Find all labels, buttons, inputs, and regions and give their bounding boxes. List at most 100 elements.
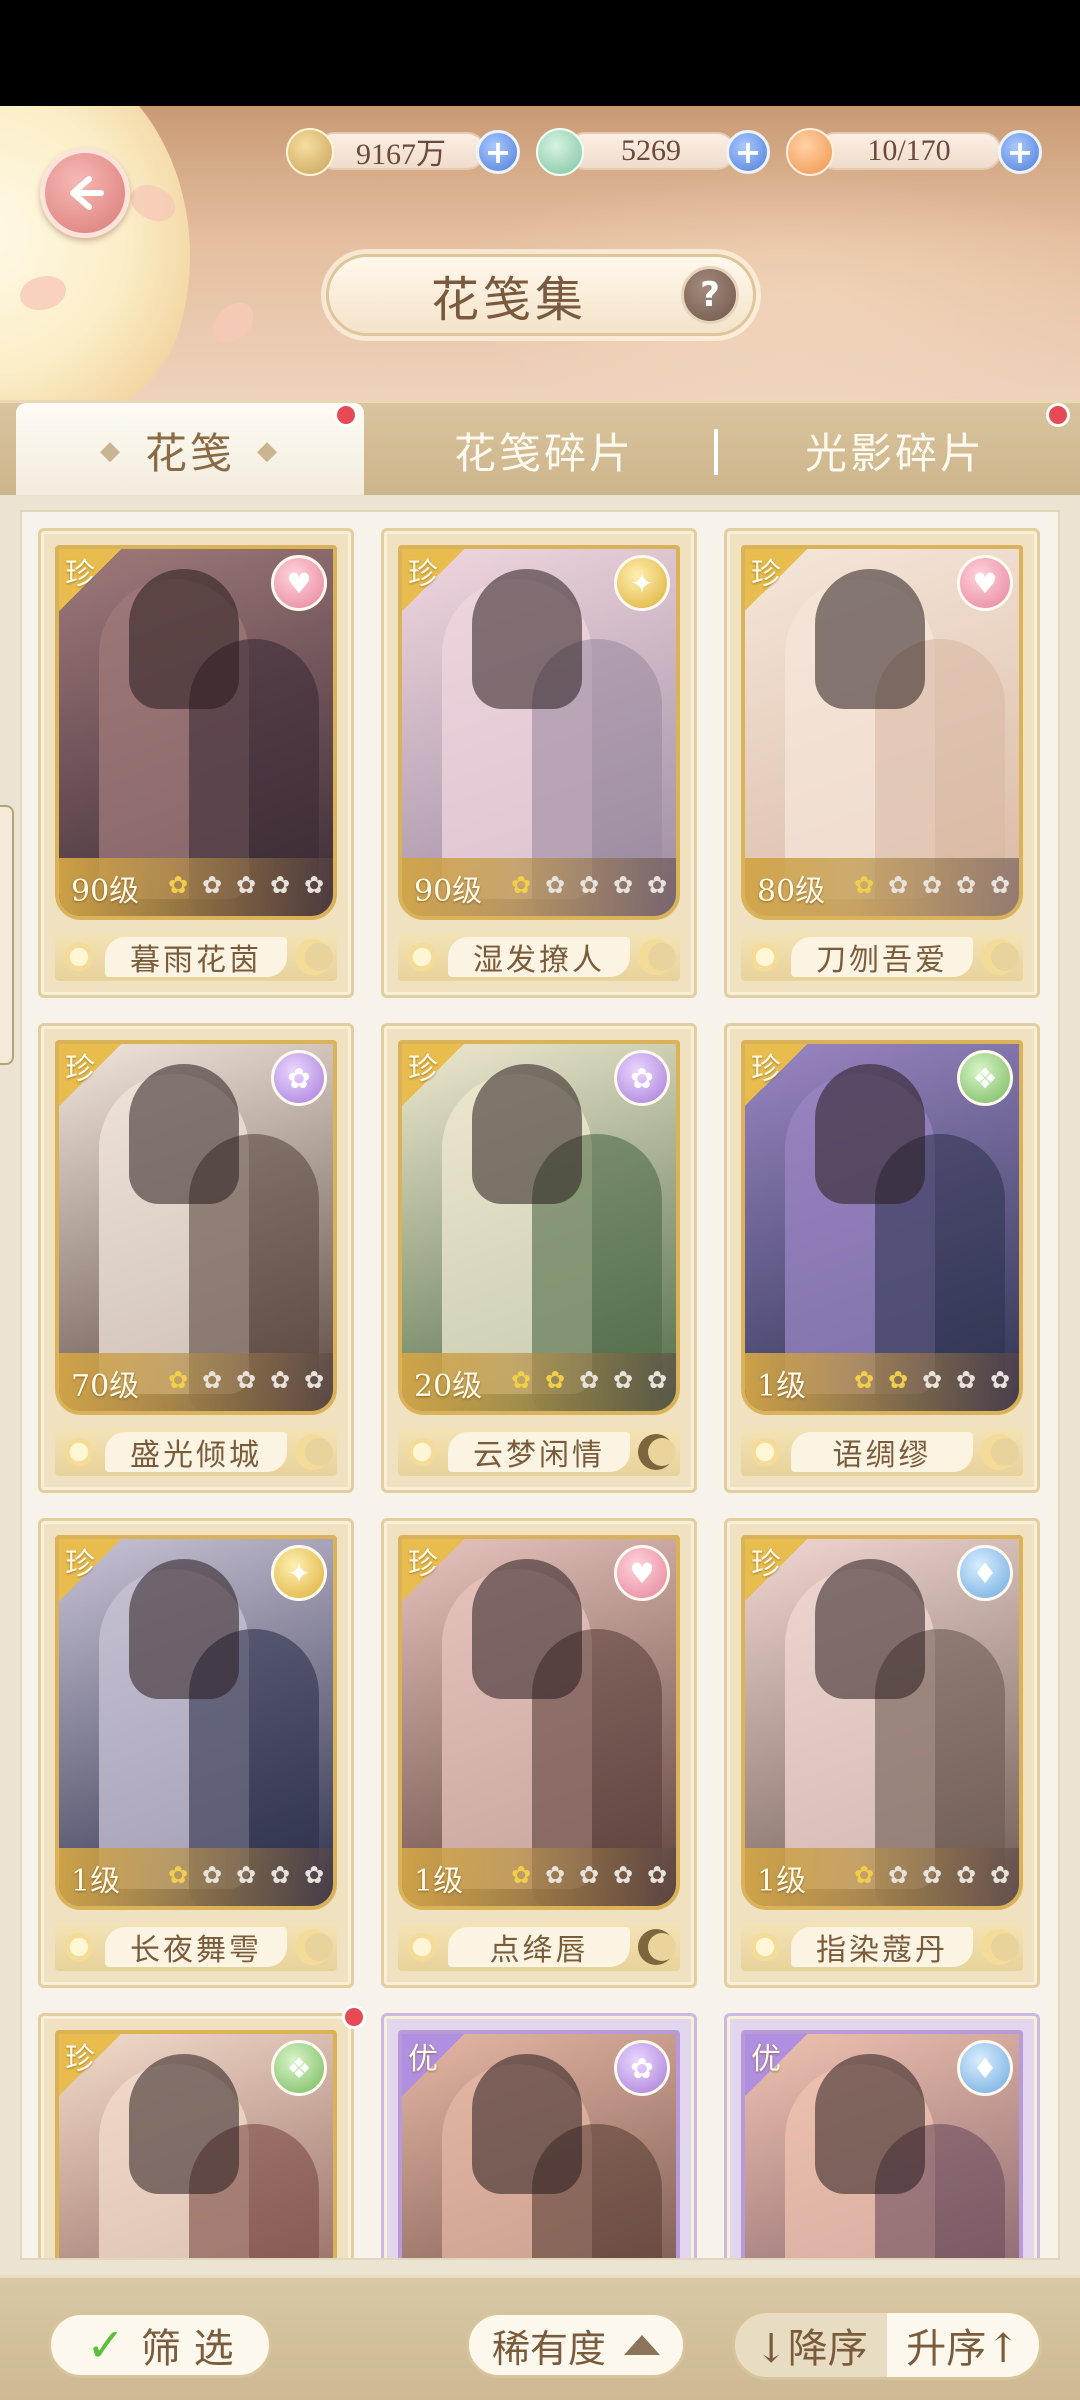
card[interactable]: 珍 ✦ 90级 ✿ ✿ ✿ ✿ ✿ 湿发撩人 (381, 528, 697, 998)
rarity-label: 珍 (751, 557, 781, 592)
currency-stamina: 10/170 + (786, 128, 1046, 176)
card[interactable]: 优 ✿ (381, 2013, 697, 2258)
descending-button[interactable]: ↓降序 (735, 2313, 887, 2377)
add-coins-button[interactable]: + (476, 130, 520, 174)
moon-icon (981, 1434, 1019, 1470)
rarity-badge: 珍 (745, 1539, 811, 1605)
card[interactable]: 珍 ✿ 20级 ✿ ✿ ✿ ✿ ✿ 云梦闲情 (381, 1023, 697, 1493)
star-filled-icon: ✿ (853, 1861, 875, 1889)
star-empty-icon: ✿ (544, 871, 566, 899)
level-label: 70级 (71, 1369, 140, 1404)
level-bar: 90级 ✿ ✿ ✿ ✿ ✿ (402, 858, 676, 916)
hair-silhouette (129, 1559, 239, 1699)
rarity-badge: 珍 (59, 2034, 125, 2100)
rarity-label: 优 (751, 2042, 781, 2077)
card[interactable]: 珍 ♥ 90级 ✿ ✿ ✿ ✿ ✿ 暮雨花茵 (38, 528, 354, 998)
add-jade-button[interactable]: + (726, 130, 770, 174)
tab-huajian[interactable]: ◆ 花笺 ◆ (16, 403, 364, 498)
card[interactable]: 珍 ✦ 1级 ✿ ✿ ✿ ✿ ✿ 长夜舞雩 (38, 1518, 354, 1988)
star-empty-icon: ✿ (269, 871, 291, 899)
heart-attribute-icon: ♥ (614, 1545, 670, 1601)
card[interactable]: 珍 ❖ (38, 2013, 354, 2258)
star-empty-icon: ✿ (955, 871, 977, 899)
card[interactable]: 珍 ❖ 1级 ✿ ✿ ✿ ✿ ✿ 语绸缪 (724, 1023, 1040, 1493)
sort-rarity-select[interactable]: 稀有度 (466, 2312, 686, 2378)
card[interactable]: 珍 ✿ 70级 ✿ ✿ ✿ ✿ ✿ 盛光倾城 (38, 1023, 354, 1493)
card[interactable]: 珍 ♦ 1级 ✿ ✿ ✿ ✿ ✿ 指染蔻丹 (724, 1518, 1040, 1988)
card-art: 珍 ♥ 80级 ✿ ✿ ✿ ✿ ✿ (741, 545, 1023, 920)
star-empty-icon: ✿ (544, 1861, 566, 1889)
card-name: 盛光倾城 (105, 1432, 287, 1473)
notification-dot (1046, 403, 1070, 427)
filter-button[interactable]: ✓ 筛 选 (48, 2312, 272, 2378)
name-bar: 暮雨花茵 (55, 933, 337, 981)
hair-silhouette (472, 569, 582, 709)
add-stamina-button[interactable]: + (998, 130, 1042, 174)
card-name: 语绸缪 (791, 1432, 973, 1473)
tab-huajian-fragments[interactable]: 花笺碎片 (384, 403, 704, 498)
star-filled-icon: ✿ (510, 1861, 532, 1889)
card-name: 点绛唇 (448, 1927, 630, 1968)
star-empty-icon: ✿ (955, 1366, 977, 1394)
moon-icon (981, 939, 1019, 975)
sun-icon (404, 1929, 440, 1965)
rarity-label: 珍 (65, 1547, 95, 1582)
side-handle[interactable] (0, 805, 14, 1065)
name-bar: 盛光倾城 (55, 1428, 337, 1476)
star-rating: ✿ ✿ ✿ ✿ ✿ (163, 1365, 329, 1395)
star-empty-icon: ✿ (989, 1366, 1011, 1394)
level-label: 20级 (414, 1369, 483, 1404)
level-bar: 80级 ✿ ✿ ✿ ✿ ✿ (745, 858, 1019, 916)
heart-attribute-icon: ♥ (271, 555, 327, 611)
star-empty-icon: ✿ (269, 1366, 291, 1394)
rarity-label: 珍 (751, 1052, 781, 1087)
card[interactable]: 优 ♦ (724, 2013, 1040, 2258)
card-name: 长夜舞雩 (105, 1927, 287, 1968)
star-empty-icon: ✿ (235, 1366, 257, 1394)
card-art: 珍 ✦ 90级 ✿ ✿ ✿ ✿ ✿ (398, 545, 680, 920)
title-plaque: 花笺集 ? (326, 254, 756, 336)
hair-silhouette (815, 569, 925, 709)
card[interactable]: 珍 ♥ 80级 ✿ ✿ ✿ ✿ ✿ 刀刎吾爱 (724, 528, 1040, 998)
level-label: 1级 (757, 1369, 807, 1404)
star-filled-icon: ✿ (167, 1861, 189, 1889)
name-bar: 刀刎吾爱 (741, 933, 1023, 981)
hair-silhouette (472, 1064, 582, 1204)
star-empty-icon: ✿ (921, 871, 943, 899)
rarity-badge: 珍 (59, 1044, 125, 1110)
level-bar: 70级 ✿ ✿ ✿ ✿ ✿ (59, 1353, 333, 1411)
card[interactable]: 珍 ♥ 1级 ✿ ✿ ✿ ✿ ✿ 点绛唇 (381, 1518, 697, 1988)
star-empty-icon: ✿ (921, 1861, 943, 1889)
sun-icon (747, 939, 783, 975)
star-empty-icon: ✿ (201, 1366, 223, 1394)
hair-silhouette (129, 1064, 239, 1204)
rarity-label: 珍 (408, 1547, 438, 1582)
tab-label: 花笺 (144, 429, 235, 478)
level-label: 1级 (71, 1864, 121, 1899)
currency-value: 10/170 (816, 132, 1002, 170)
star-empty-icon: ✿ (201, 871, 223, 899)
pastry-icon (786, 128, 834, 176)
card-art: 优 ♦ (741, 2030, 1023, 2258)
leaf-attribute-icon: ❖ (271, 2040, 327, 2096)
star-empty-icon: ✿ (303, 1861, 325, 1889)
notification-dot (334, 403, 358, 427)
rarity-badge: 优 (402, 2034, 468, 2100)
back-button[interactable] (40, 148, 130, 238)
tab-light-fragments[interactable]: 光影碎片 (730, 403, 1060, 498)
rarity-label: 优 (408, 2042, 438, 2077)
rarity-label: 珍 (751, 1547, 781, 1582)
star-empty-icon: ✿ (955, 1861, 977, 1889)
star-empty-icon: ✿ (612, 871, 634, 899)
ascending-button[interactable]: 升序↑ (887, 2313, 1039, 2377)
help-button[interactable]: ? (681, 266, 739, 324)
name-bar: 语绸缪 (741, 1428, 1023, 1476)
card-name: 刀刎吾爱 (791, 937, 973, 978)
level-bar: 1级 ✿ ✿ ✿ ✿ ✿ (745, 1353, 1019, 1411)
hair-silhouette (815, 1064, 925, 1204)
rarity-label: 珍 (408, 1052, 438, 1087)
star-filled-icon: ✿ (887, 1366, 909, 1394)
rarity-badge: 珍 (402, 1539, 468, 1605)
star-rating: ✿ ✿ ✿ ✿ ✿ (163, 1860, 329, 1890)
hair-silhouette (472, 2054, 582, 2194)
